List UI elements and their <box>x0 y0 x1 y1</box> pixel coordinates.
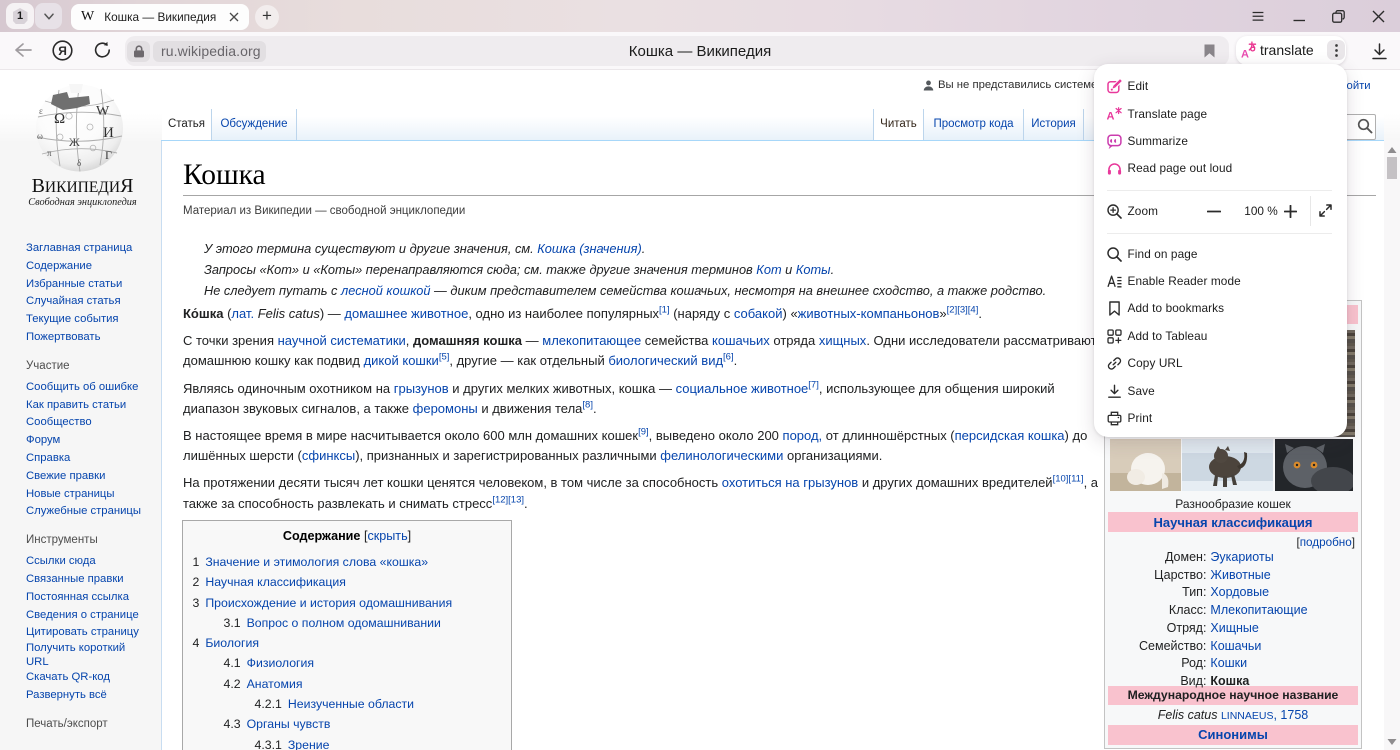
svg-text:Ж: Ж <box>69 135 80 149</box>
svg-text:A: A <box>1241 49 1249 61</box>
svg-text:ω: ω <box>37 131 43 141</box>
svg-text:A: A <box>1107 110 1115 122</box>
svg-text:π: π <box>47 148 52 158</box>
svg-text:Я: Я <box>58 44 67 58</box>
svg-text:δ: δ <box>77 158 81 168</box>
svg-text:ε: ε <box>39 106 43 116</box>
svg-text:И: И <box>103 125 114 141</box>
svg-text:Γ: Γ <box>105 148 112 162</box>
svg-text:W: W <box>96 104 110 119</box>
svg-text:Ω: Ω <box>54 111 65 127</box>
